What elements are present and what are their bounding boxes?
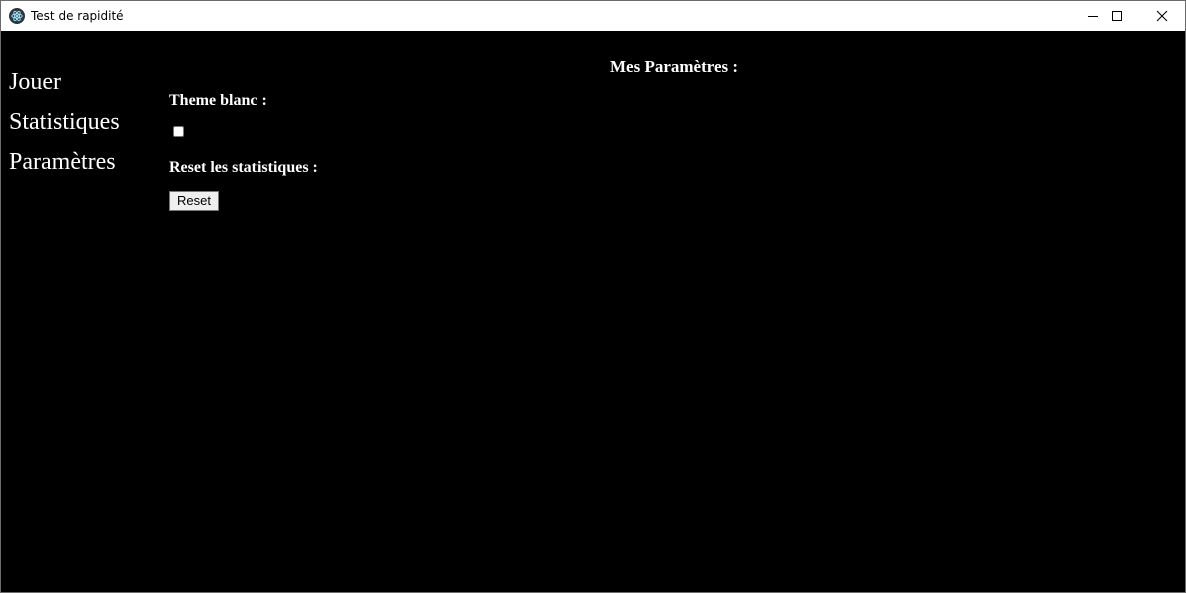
- main-content: Jouer Statistiques Paramètres Mes Paramè…: [1, 31, 1185, 592]
- nav-item-jouer[interactable]: Jouer: [9, 68, 61, 96]
- page-title: Mes Paramètres :: [610, 57, 739, 76]
- nav-item-statistiques[interactable]: Statistiques: [9, 108, 120, 136]
- theme-checkbox[interactable]: [173, 126, 184, 137]
- electron-app-icon: [9, 8, 25, 24]
- reset-button[interactable]: Reset: [169, 191, 219, 211]
- close-icon: [1156, 10, 1168, 22]
- maximize-button[interactable]: [1094, 1, 1140, 31]
- close-button[interactable]: [1139, 1, 1185, 31]
- theme-label: Theme blanc :: [169, 92, 267, 109]
- reset-stats-label: Reset les statistiques :: [169, 159, 318, 176]
- title-bar[interactable]: Test de rapidité: [1, 1, 1185, 31]
- window-title: Test de rapidité: [31, 9, 124, 23]
- app-window: Test de rapidité Jouer Statistiques Para…: [0, 0, 1186, 593]
- nav-item-parametres[interactable]: Paramètres: [9, 148, 116, 176]
- maximize-icon: [1112, 11, 1122, 21]
